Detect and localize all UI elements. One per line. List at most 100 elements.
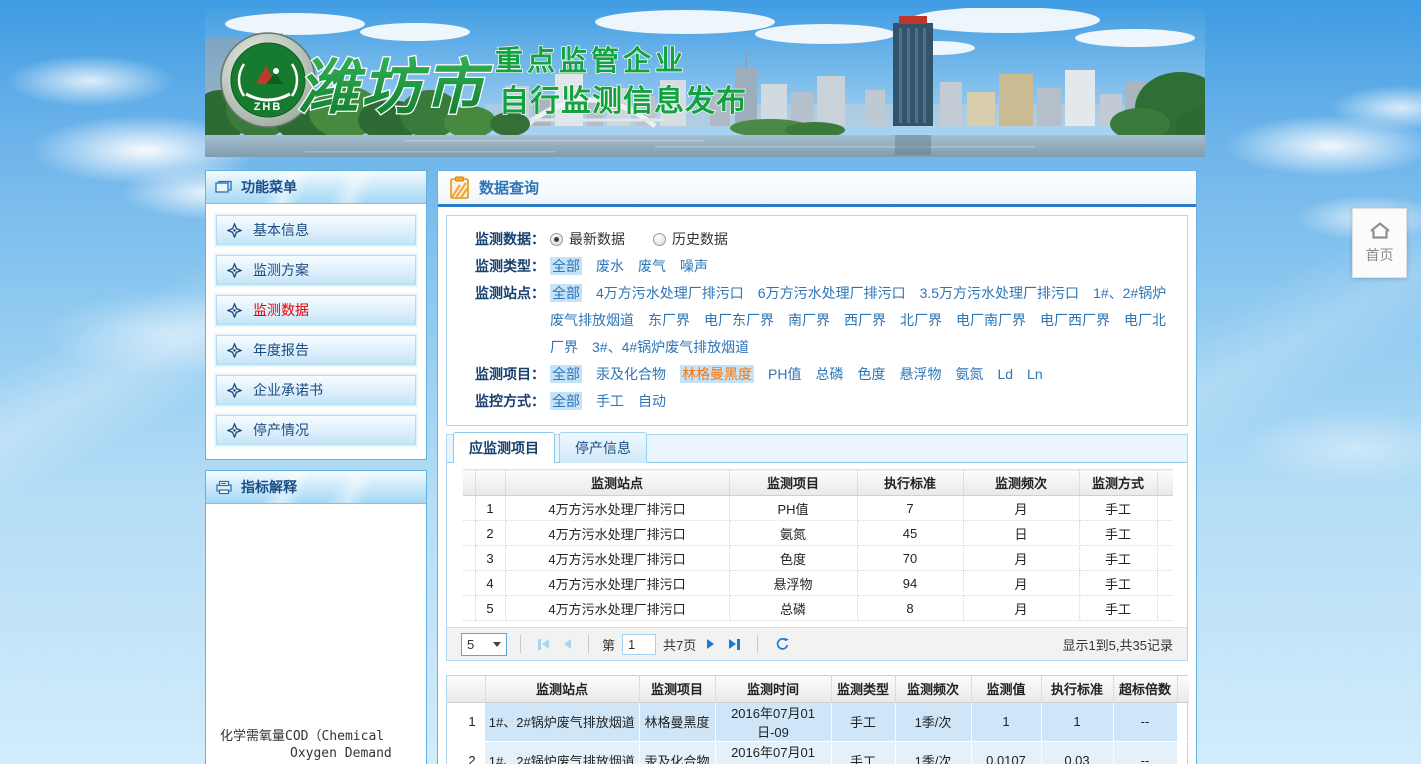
banner-illustration: ZHB 潍坊市 重点监管企业 自行监测信息发布 [205,8,1205,157]
first-page-button[interactable] [534,639,553,650]
divider [588,635,589,653]
pagination-bar: 5 第 共7页 显示1到5,共35记录 [447,627,1187,660]
sidebar-item-monitor-plan[interactable]: 监测方案 [216,255,416,285]
clipboard-icon [450,176,469,199]
indicator-title: 指标解释 [241,477,297,497]
table-row[interactable]: 5 4万方污水处理厂排污口 总磷 8 月 手工 [463,596,1173,621]
table-row[interactable]: 4 4万方污水处理厂排污口 悬浮物 94 月 手工 [463,571,1173,596]
plan-col-standard: 执行标准 [857,470,963,496]
page-number-input[interactable] [622,634,656,655]
banner-subtitle-2: 自行监测信息发布 [499,84,747,118]
filter-station-option[interactable]: 电厂西厂界 [1040,312,1110,328]
filter-label-station: 监测站点： [457,280,545,361]
table-row[interactable]: 2 4万方污水处理厂排污口 氨氮 45 日 手工 [463,521,1173,546]
compass-icon [227,383,242,398]
sidebar-item-shutdown[interactable]: 停产情况 [216,415,416,445]
sidebar-item-label: 监测数据 [253,300,309,320]
page-size-value: 5 [467,637,474,652]
chevron-down-icon [493,642,501,647]
filter-station-option[interactable]: 6万方污水处理厂排污口 [758,285,906,301]
table-row[interactable]: 2 1#、2#锅炉废气排放烟道 汞及化合物 2016年07月01日-09 手工 … [447,741,1189,764]
result-col-frequency: 监测频次 [895,676,971,702]
compass-icon [227,263,242,278]
refresh-button[interactable] [771,637,794,652]
filter-type-noise[interactable]: 噪声 [680,258,708,274]
table-row[interactable]: 1 4万方污水处理厂排污口 PH值 7 月 手工 [463,496,1173,521]
function-menu-panel: 功能菜单 基本信息 监测方案 监测数据 年度报告 企业承诺书 [205,170,427,460]
filter-item-option[interactable]: 氨氮 [955,366,983,382]
refresh-icon [775,637,790,652]
site-banner: ZHB 潍坊市 重点监管企业 自行监测信息发布 [205,8,1205,157]
filter-mode-auto[interactable]: 自动 [638,393,666,409]
next-page-button[interactable] [703,639,718,649]
filter-mode-all[interactable]: 全部 [550,392,582,410]
plan-col-method: 监测方式 [1079,470,1157,496]
home-label: 首页 [1366,245,1394,265]
plan-col-station: 监测站点 [505,470,729,496]
filter-station-option[interactable]: 东厂界 [648,312,690,328]
filter-station-option[interactable]: 3#、4#锅炉废气排放烟道 [592,339,749,355]
page-size-select[interactable]: 5 [461,633,507,656]
filter-item-option[interactable]: 全部 [550,365,582,383]
radio-history-data[interactable] [653,233,666,246]
tab-monitor-items[interactable]: 应监测项目 [453,432,555,463]
filter-station-option[interactable]: 南厂界 [788,312,830,328]
result-table-box: 监测站点 监测项目 监测时间 监测类型 监测频次 监测值 执行标准 超标倍数 1… [446,675,1188,764]
filter-item-option[interactable]: 悬浮物 [899,366,941,382]
folder-icon [215,180,233,194]
filter-item-option[interactable]: 总磷 [815,366,843,382]
radio-history-label[interactable]: 历史数据 [672,231,728,247]
plan-table: 监测站点 监测项目 执行标准 监测频次 监测方式 1 4万方污水处理厂排污口 P… [463,469,1173,621]
sidebar-item-label: 停产情况 [253,420,309,440]
filter-station-option[interactable]: 北厂界 [900,312,942,328]
filter-station-option[interactable]: 全部 [550,284,582,302]
table-row[interactable]: 1 1#、2#锅炉废气排放烟道 林格曼黑度 2016年07月01日-09 手工 … [447,702,1189,741]
home-button[interactable]: 首页 [1352,208,1407,278]
filter-station-option[interactable]: 3.5万方污水处理厂排污口 [920,285,1079,301]
filter-type-gas[interactable]: 废气 [638,258,666,274]
filter-box: 监测数据： 最新数据历史数据 监测类型： 全部废水废气噪声 监测站点： 全部4万… [446,215,1188,426]
filter-item-option[interactable]: 色度 [857,366,885,382]
sidebar-item-label: 基本信息 [253,220,309,240]
result-table: 监测站点 监测项目 监测时间 监测类型 监测频次 监测值 执行标准 超标倍数 1… [447,676,1189,764]
filter-item-option[interactable]: Ln [1027,366,1043,382]
plan-col-frequency: 监测频次 [963,470,1079,496]
prev-page-button[interactable] [560,639,575,649]
sidebar-item-monitor-data[interactable]: 监测数据 [216,295,416,325]
result-col-ratio: 超标倍数 [1113,676,1177,702]
filter-type-all[interactable]: 全部 [550,257,582,275]
sidebar-item-label: 监测方案 [253,260,309,280]
filter-station-option[interactable]: 西厂界 [844,312,886,328]
sidebar-item-annual-report[interactable]: 年度报告 [216,335,416,365]
radio-latest-data[interactable] [550,233,563,246]
compass-icon [227,303,242,318]
compass-icon [227,423,242,438]
filter-mode-manual[interactable]: 手工 [596,393,624,409]
last-page-button[interactable] [725,639,744,650]
result-col-value: 监测值 [971,676,1041,702]
logo-text: ZHB [254,101,283,113]
page-total: 共7页 [663,635,696,654]
filter-item-option-highlighted[interactable]: 林格曼黑度 [680,365,754,383]
filter-item-option[interactable]: 汞及化合物 [596,366,666,382]
tab-shutdown-info[interactable]: 停产信息 [559,432,647,463]
divider [520,635,521,653]
filter-label-data: 监测数据： [457,226,545,253]
printer-icon [215,480,233,495]
sidebar-item-label: 企业承诺书 [253,380,323,400]
result-col-standard: 执行标准 [1041,676,1113,702]
banner-subtitle-1: 重点监管企业 [495,44,687,76]
page-prefix: 第 [602,635,615,654]
filter-item-option[interactable]: Ld [997,366,1013,382]
query-title-bar: 数据查询 [438,171,1196,207]
table-row[interactable]: 3 4万方污水处理厂排污口 色度 70 月 手工 [463,546,1173,571]
filter-item-option[interactable]: PH值 [768,366,801,382]
filter-station-option[interactable]: 电厂东厂界 [704,312,774,328]
sidebar-item-basic-info[interactable]: 基本信息 [216,215,416,245]
filter-station-option[interactable]: 电厂南厂界 [956,312,1026,328]
filter-station-option[interactable]: 4万方污水处理厂排污口 [596,285,744,301]
radio-latest-label[interactable]: 最新数据 [569,231,625,247]
sidebar-item-commitment[interactable]: 企业承诺书 [216,375,416,405]
compass-icon [227,343,242,358]
filter-type-wastewater[interactable]: 废水 [596,258,624,274]
